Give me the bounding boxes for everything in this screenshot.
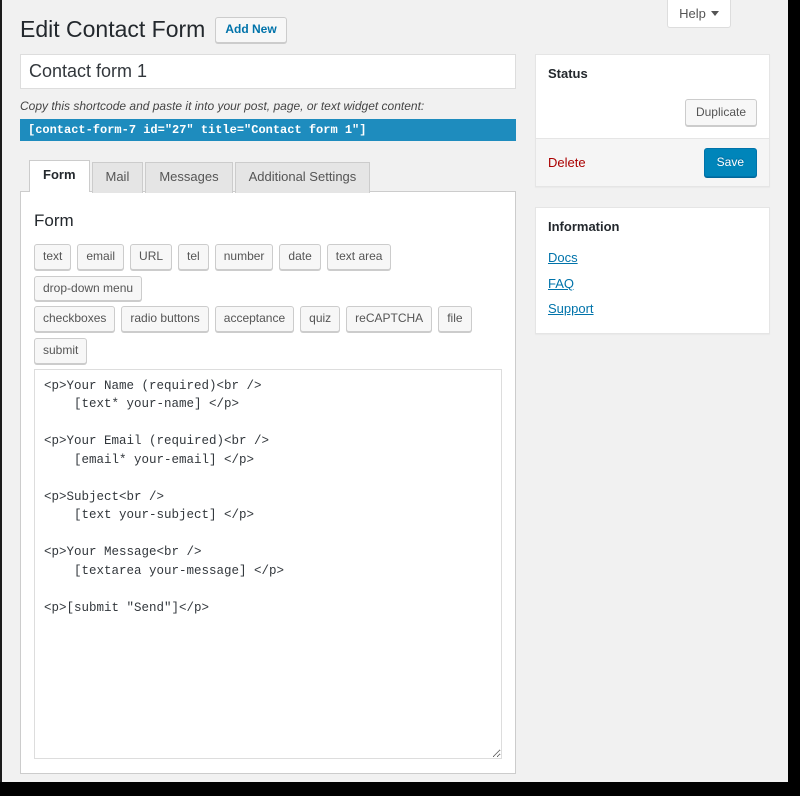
tab-additional-settings[interactable]: Additional Settings bbox=[234, 161, 371, 193]
help-tab-label: Help bbox=[679, 6, 706, 21]
information-box-title: Information bbox=[548, 219, 620, 235]
form-panel-heading: Form bbox=[34, 210, 74, 230]
editor-tabs: Form Mail Messages Additional Settings bbox=[20, 159, 516, 193]
shortcode-input[interactable] bbox=[20, 118, 516, 141]
status-postbox: Status Duplicate Delete Save bbox=[535, 54, 770, 188]
information-postbox: Information Docs FAQ Support bbox=[535, 207, 770, 334]
link-faq[interactable]: FAQ bbox=[548, 274, 757, 294]
tag-button-file[interactable]: file bbox=[438, 306, 472, 333]
chevron-down-icon bbox=[710, 11, 719, 16]
tab-form[interactable]: Form bbox=[29, 159, 90, 192]
tag-row-2: checkboxes radio buttons acceptance quiz… bbox=[34, 306, 502, 364]
form-panel: Form text email URL tel number date text… bbox=[20, 190, 516, 774]
tag-button-text[interactable]: text bbox=[34, 243, 72, 270]
link-docs[interactable]: Docs bbox=[548, 248, 757, 268]
delete-link[interactable]: Delete bbox=[548, 155, 586, 170]
help-tab[interactable]: Help bbox=[667, 0, 731, 28]
tag-button-submit[interactable]: submit bbox=[34, 338, 88, 364]
page-title: Edit Contact Form bbox=[20, 16, 206, 42]
tag-button-email[interactable]: email bbox=[77, 243, 125, 270]
right-frame-edge bbox=[788, 0, 800, 782]
sidebar-column: Status Duplicate Delete Save Information… bbox=[535, 54, 770, 354]
link-support[interactable]: Support bbox=[548, 299, 757, 319]
tag-button-date[interactable]: date bbox=[279, 243, 321, 270]
shortcode-description: Copy this shortcode and paste it into yo… bbox=[20, 99, 425, 113]
tag-button-recaptcha[interactable]: reCAPTCHA bbox=[346, 306, 433, 333]
bottom-frame-edge bbox=[0, 782, 800, 796]
tag-generator-buttons: text email URL tel number date text area… bbox=[34, 243, 502, 364]
tag-button-radio-buttons[interactable]: radio buttons bbox=[121, 306, 209, 333]
tab-messages[interactable]: Messages bbox=[145, 161, 233, 193]
tag-button-text-area[interactable]: text area bbox=[326, 243, 392, 270]
tag-button-quiz[interactable]: quiz bbox=[300, 306, 341, 333]
tag-button-acceptance[interactable]: acceptance bbox=[214, 306, 295, 333]
tab-mail[interactable]: Mail bbox=[91, 161, 144, 193]
status-box-title: Status bbox=[548, 66, 588, 81]
status-box-body: Duplicate bbox=[536, 93, 769, 138]
duplicate-button[interactable]: Duplicate bbox=[684, 99, 757, 127]
save-button-sidebar[interactable]: Save bbox=[703, 148, 757, 178]
status-box-footer: Delete Save bbox=[536, 138, 769, 187]
information-links: Docs FAQ Support bbox=[536, 246, 769, 333]
page-header: Edit Contact Form Add New bbox=[20, 15, 287, 45]
form-title-input[interactable] bbox=[20, 54, 516, 89]
main-content-column: Copy this shortcode and paste it into yo… bbox=[20, 54, 516, 782]
tag-button-number[interactable]: number bbox=[214, 243, 274, 270]
tag-row-1: text email URL tel number date text area… bbox=[34, 243, 502, 302]
tag-button-checkboxes[interactable]: checkboxes bbox=[34, 306, 116, 333]
tag-button-url[interactable]: URL bbox=[130, 243, 173, 270]
form-body-textarea[interactable]: <p>Your Name (required)<br /> [text* you… bbox=[34, 368, 502, 759]
tag-button-tel[interactable]: tel bbox=[178, 243, 209, 270]
browser-viewport: Help Edit Contact Form Add New Copy this… bbox=[0, 0, 800, 782]
add-new-button[interactable]: Add New bbox=[215, 17, 287, 43]
tag-button-drop-down-menu[interactable]: drop-down menu bbox=[34, 275, 143, 302]
